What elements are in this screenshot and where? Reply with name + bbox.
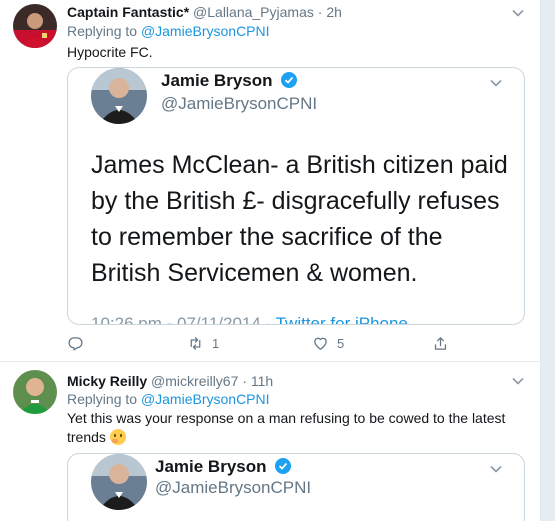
reply-button[interactable] [67,335,92,352]
chevron-down-icon[interactable] [511,6,525,20]
quoted-chevron-down-icon [490,465,502,473]
tweet-1[interactable]: Captain Fantastic* @Lallana_Pyjamas · 2h… [0,0,540,361]
replying-to: Replying to @JamieBrysonCPNI [67,391,270,407]
separator: · [242,373,247,389]
retweet-icon [190,337,201,350]
quoted-tweet[interactable]: Jamie Bryson @JamieBrysonCPNI James McCl… [67,67,525,325]
quoted-footer-time: 10:26 pm - 07/11/2014 · [91,314,276,325]
quoted-tweet[interactable]: Jamie Bryson @JamieBrysonCPNI [67,453,525,521]
tweet-text: Hypocrite FC. [67,44,153,60]
replying-prefix: Replying to [67,391,141,407]
quoted-handle: @JamieBrysonCPNI [155,478,312,497]
chevron-down-icon[interactable] [511,374,525,388]
tweet-2[interactable]: Micky Reilly @mickreilly67 · 11h Replyin… [0,362,540,521]
replying-prefix: Replying to [67,23,141,39]
user-handle[interactable]: @Lallana_Pyjamas [193,4,314,20]
retweet-button[interactable]: 1 [187,335,219,352]
timestamp[interactable]: 11h [251,373,273,389]
tweet-header: Micky Reilly @mickreilly67 · 11h [67,373,273,389]
replying-handle[interactable]: @JamieBrysonCPNI [141,23,270,39]
quoted-handle: @JamieBrysonCPNI [161,94,318,113]
thinking-face-icon [109,429,126,445]
like-count: 5 [337,336,345,351]
quoted-name-text: Jamie Bryson [161,71,273,90]
avatar[interactable] [13,4,57,48]
retweet-count: 1 [212,336,220,351]
replying-handle[interactable]: @JamieBrysonCPNI [141,391,270,407]
share-icon [434,337,447,350]
tweet-header: Captain Fantastic* @Lallana_Pyjamas · 2h [67,4,342,20]
quoted-avatar [91,68,147,124]
quoted-text: James McClean- a British citizen paid by… [91,151,508,287]
quoted-avatar [91,454,147,510]
timestamp[interactable]: 2h [326,4,342,20]
verified-badge-icon [281,72,298,88]
tweet-text: Yet this was your response on a man refu… [67,409,507,447]
share-button[interactable] [432,335,449,352]
verified-badge-icon [275,458,292,474]
like-button[interactable]: 5 [312,335,344,352]
quoted-display-name: Jamie Bryson [155,457,292,477]
tweet-text-content: Yet this was your response on a man refu… [67,410,506,445]
separator: · [317,4,323,20]
heart-icon [314,337,327,350]
quoted-footer-source: Twitter for iPhone [275,314,408,325]
display-name[interactable]: Micky Reilly [67,373,147,389]
quoted-footer: 10:26 pm - 07/11/2014 · Twitter for iPho… [91,314,408,325]
tweet-actions: 1 5 [67,335,467,355]
display-name[interactable]: Captain Fantastic* [67,4,189,20]
avatar[interactable] [13,370,57,414]
quoted-chevron-down-icon [490,79,502,87]
user-handle[interactable]: @mickreilly67 [151,373,238,389]
replying-to: Replying to @JamieBrysonCPNI [67,23,270,39]
reply-icon [68,337,83,351]
quoted-display-name: Jamie Bryson [161,71,298,91]
quoted-name-text: Jamie Bryson [155,457,267,476]
timeline-scroll-edge [540,0,555,521]
